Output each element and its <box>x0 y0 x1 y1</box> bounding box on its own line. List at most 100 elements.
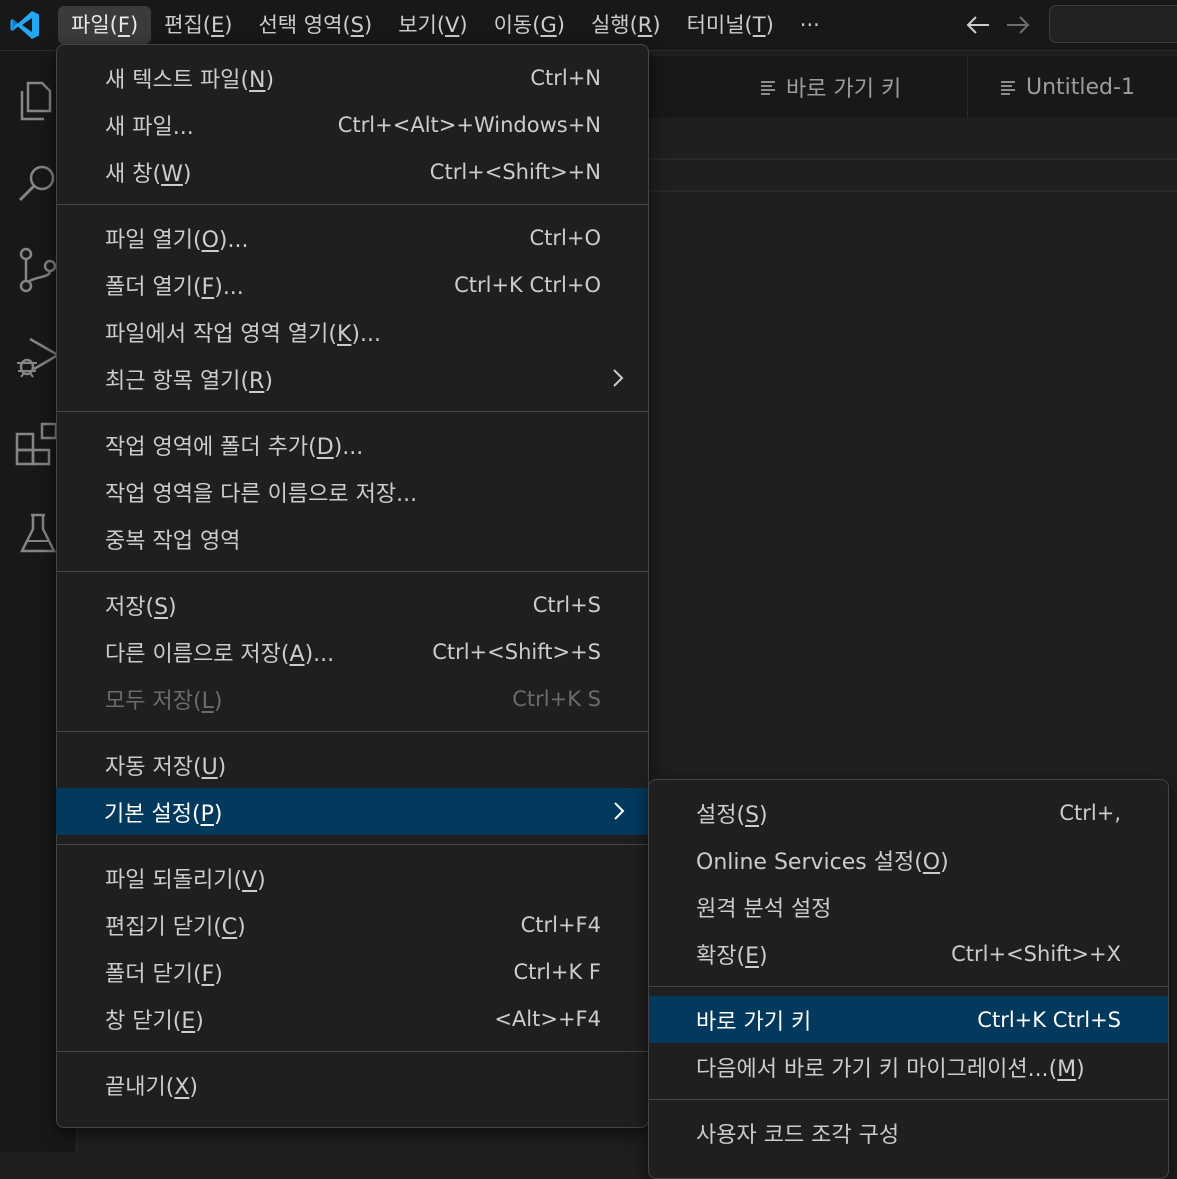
menubar-mnemonic: G <box>540 13 557 37</box>
menu-item-text: 폴더 열기 <box>105 274 193 300</box>
menu-item[interactable]: Online Services 설정(O) <box>649 836 1168 883</box>
menubar-item-label: 이동 <box>493 13 533 37</box>
menu-item-text: 새 텍스트 파일 <box>105 67 241 93</box>
menu-item-mnemonic: F <box>201 274 215 300</box>
menu-item[interactable]: 원격 분석 설정 <box>649 883 1168 930</box>
menu-item-mnemonic: L <box>201 688 214 714</box>
menu-item[interactable]: 최근 항목 열기(R) <box>57 355 648 402</box>
testing-icon[interactable] <box>14 509 62 557</box>
menubar-item-s[interactable]: 선택 영역(S) <box>245 6 385 44</box>
run-debug-icon[interactable] <box>14 333 62 381</box>
menu-separator <box>57 204 648 205</box>
menu-item-label: 원격 분석 설정 <box>696 891 831 923</box>
menu-item[interactable]: 저장(S) Ctrl+S <box>57 581 648 628</box>
menu-item-text: 끝내기 <box>105 1074 166 1100</box>
menubar-item-label: 선택 영역 <box>258 13 343 37</box>
menu-item-mnemonic: O <box>201 227 219 253</box>
list-icon <box>761 81 775 95</box>
menu-item[interactable]: 다음에서 바로 가기 키 마이그레이션...(M) <box>649 1043 1168 1090</box>
tab-label: Untitled-1 <box>1026 74 1135 100</box>
menu-item-keybinding: Ctrl+F4 <box>520 912 601 937</box>
menu-item-ellipsis: ... <box>360 321 381 347</box>
menubar-item-e[interactable]: 편집(E) <box>151 6 245 44</box>
menu-item[interactable]: 파일 되돌리기(V) <box>57 854 648 901</box>
menu-item-mnemonic: A <box>289 641 305 667</box>
menubar-item-v[interactable]: 보기(V) <box>385 6 480 44</box>
menu-item[interactable]: 설정(S) Ctrl+, <box>649 789 1168 836</box>
menu-item-mnemonic: S <box>154 594 169 620</box>
menu-item-keybinding: Ctrl+<Alt>+Windows+N <box>337 112 601 137</box>
menu-item-mnemonic: M <box>1057 1056 1077 1082</box>
menu-item: 모두 저장(L) Ctrl+K S <box>57 675 648 722</box>
menu-item[interactable]: 끝내기(X) <box>57 1061 648 1108</box>
menu-item-label: 작업 영역에 폴더 추가(D)... <box>105 434 364 460</box>
menu-item-label: 파일 되돌리기(V) <box>105 867 266 893</box>
menu-item-text: 다음에서 바로 가기 키 마이그레이션... <box>696 1056 1049 1082</box>
menubar-mnemonic: E <box>210 13 225 37</box>
menu-item-label: 자동 저장(U) <box>105 754 227 780</box>
menu-item[interactable]: 사용자 코드 조각 구성 <box>649 1109 1168 1156</box>
menubar-item-f[interactable]: 파일(F) <box>58 6 152 44</box>
menu-item[interactable]: 편집기 닫기(C) Ctrl+F4 <box>57 901 648 948</box>
vscode-logo-icon <box>10 11 39 39</box>
tab-untitled-1[interactable]: Untitled-1 <box>1000 56 1135 118</box>
menu-item-label: 모두 저장(L) <box>105 688 223 714</box>
menu-item[interactable]: 바로 가기 키 Ctrl+K Ctrl+S <box>649 996 1168 1043</box>
menu-item-label: 기본 설정(P) <box>104 801 223 827</box>
search-icon[interactable] <box>14 159 62 207</box>
menu-item[interactable]: 새 파일... Ctrl+<Alt>+Windows+N <box>57 101 648 148</box>
menu-item[interactable]: 중복 작업 영역 <box>57 515 648 562</box>
menu-item-text: 바로 가기 키 <box>696 1009 812 1035</box>
explorer-icon[interactable] <box>14 75 62 123</box>
menu-item-mnemonic: O <box>922 849 941 875</box>
menu-item-label: 끝내기(X) <box>105 1074 198 1100</box>
list-icon <box>1001 81 1015 95</box>
menu-item[interactable]: 창 닫기(E) <Alt>+F4 <box>57 995 648 1042</box>
menu-item[interactable]: 자동 저장(U) <box>57 741 648 788</box>
file-menu: 새 텍스트 파일(N) Ctrl+N 새 파일... Ctrl+<Alt>+Windo… <box>56 44 649 1128</box>
chevron-right-icon <box>613 369 624 387</box>
menu-item-label: 작업 영역을 다른 이름으로 저장... <box>105 476 417 508</box>
menu-item[interactable]: 폴더 열기(F)... Ctrl+K Ctrl+O <box>57 261 648 308</box>
menu-item-mnemonic: U <box>201 754 218 780</box>
arrow-left-icon[interactable] <box>963 10 993 40</box>
menu-item-text: 파일 되돌리기 <box>105 867 234 893</box>
menu-item[interactable]: 기본 설정(P) <box>56 788 649 835</box>
menu-item-label: 파일 열기(O)... <box>105 227 249 253</box>
menu-item-mnemonic: W <box>161 161 183 187</box>
menu-separator <box>57 411 648 412</box>
menu-item[interactable]: 다른 이름으로 저장(A)... Ctrl+<Shift>+S <box>57 628 648 675</box>
menu-item-mnemonic: K <box>336 321 352 347</box>
menu-item[interactable]: 작업 영역을 다른 이름으로 저장... <box>57 468 648 515</box>
menubar-item-r[interactable]: 실행(R) <box>578 6 674 44</box>
menu-item[interactable]: 새 창(W) Ctrl+<Shift>+N <box>57 148 648 195</box>
menu-item-label: 사용자 코드 조각 구성 <box>696 1117 899 1149</box>
source-control-icon[interactable] <box>14 246 62 294</box>
preferences-submenu: 설정(S) Ctrl+, Online Services 설정(O) 원격 분석 설정… <box>648 779 1169 1179</box>
menubar-item-t[interactable]: 터미널(T) <box>674 6 787 44</box>
tab-keyboard-shortcuts[interactable]: 바로 가기 키 <box>760 56 901 118</box>
more-menus-button[interactable]: ··· <box>787 6 833 44</box>
menu-item[interactable]: 새 텍스트 파일(N) Ctrl+N <box>57 54 648 101</box>
menu-item[interactable]: 작업 영역에 폴더 추가(D)... <box>57 421 648 468</box>
menu-item[interactable]: 확장(E) Ctrl+<Shift>+X <box>649 930 1168 977</box>
menu-item[interactable]: 폴더 닫기(F) Ctrl+K F <box>57 948 648 995</box>
arrow-right-icon[interactable] <box>1003 10 1033 40</box>
menu-item-label: 편집기 닫기(C) <box>105 914 246 940</box>
menu-item-label: 새 파일... <box>105 109 194 141</box>
menu-item-keybinding: Ctrl+K Ctrl+S <box>977 1007 1121 1032</box>
menu-item-label: 창 닫기(E) <box>105 1008 204 1034</box>
menu-item-mnemonic: X <box>174 1074 190 1100</box>
menu-item-text: 작업 영역을 다른 이름으로 저장... <box>105 481 418 507</box>
menu-item[interactable]: 파일 열기(O)... Ctrl+O <box>57 214 648 261</box>
command-center-search[interactable] <box>1049 5 1177 43</box>
menu-item-text: 설정 <box>696 802 737 828</box>
menu-item-label: 바로 가기 키 <box>696 1004 811 1036</box>
tab-separator <box>967 56 968 118</box>
menubar-item-g[interactable]: 이동(G) <box>481 6 578 44</box>
menubar-mnemonic: R <box>637 13 653 37</box>
extensions-icon[interactable] <box>14 420 62 468</box>
menu-item-text: 사용자 코드 조각 구성 <box>696 1122 900 1148</box>
menu-item-mnemonic: P <box>200 801 214 827</box>
menu-item[interactable]: 파일에서 작업 영역 열기(K)... <box>57 308 648 355</box>
